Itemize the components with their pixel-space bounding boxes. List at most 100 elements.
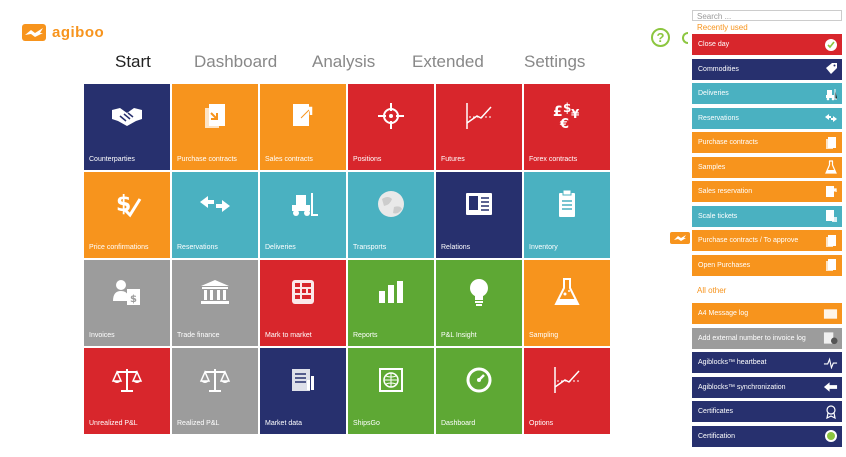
panel-item-scale-tickets[interactable]: Scale tickets xyxy=(692,205,842,227)
tile-label: Dashboard xyxy=(441,420,476,427)
panel-item-label: Purchase contracts xyxy=(698,139,758,146)
panel-item-label: Certificates xyxy=(698,408,734,415)
panel-item-label: Certification xyxy=(698,432,735,440)
tile-label: Transports xyxy=(353,244,387,251)
tile-label: P&L Insight xyxy=(441,332,477,339)
globe-icon xyxy=(348,186,434,222)
panel-item-add-external-number-to-invoice-log[interactable]: Add external number to invoice log xyxy=(692,327,842,349)
tile-reservations[interactable]: Reservations xyxy=(172,172,258,258)
main-tabs: Start Dashboard Analysis Extended Settin… xyxy=(0,52,680,76)
tile-counterparties[interactable]: Counterparties xyxy=(84,84,170,170)
tile-label: Invoices xyxy=(89,332,115,339)
svg-text:€: € xyxy=(559,117,569,131)
tile-positions[interactable]: Positions xyxy=(348,84,434,170)
tile-futures[interactable]: Futures xyxy=(436,84,522,170)
expand-panel-handle-icon[interactable] xyxy=(670,232,690,244)
search-input[interactable]: Search ... xyxy=(692,10,842,21)
agiboo-logo[interactable]: agiboo xyxy=(22,24,104,41)
tile-relations[interactable]: Relations xyxy=(436,172,522,258)
panel-item-reservations[interactable]: Reservations xyxy=(692,107,842,129)
tile-shipsgo[interactable]: ShipsGo xyxy=(348,348,434,434)
panel-item-label: Close day xyxy=(698,41,730,48)
panel-item-label: Deliveries xyxy=(698,90,729,97)
handshake-icon xyxy=(84,98,170,134)
tile-label: Realized P&L xyxy=(177,420,220,427)
calculator-icon xyxy=(260,274,346,310)
tile-label: Sampling xyxy=(529,332,559,339)
lightbulb-icon xyxy=(436,274,522,310)
sync-icon xyxy=(823,380,838,395)
panel-item-label: Samples xyxy=(698,163,726,171)
collapse-panel-icon[interactable] xyxy=(682,32,688,44)
swap-arrows-icon xyxy=(823,111,838,126)
tab-start[interactable]: Start xyxy=(115,52,151,72)
panel-item-close-day[interactable]: Close day xyxy=(692,34,842,55)
tile-label: Purchase contracts xyxy=(177,156,237,163)
tile-transports[interactable]: Transports xyxy=(348,172,434,258)
panel-item-a4-message-log[interactable]: A4 Message log xyxy=(692,303,842,324)
globe-frame-icon xyxy=(348,362,434,398)
cert-badge-icon xyxy=(823,429,838,444)
tile-label: Sales contracts xyxy=(265,156,313,163)
panel-item-label: Sales reservation xyxy=(698,188,753,195)
tile-sales-contracts[interactable]: Sales contracts xyxy=(260,84,346,170)
tile-deliveries[interactable]: Deliveries xyxy=(260,172,346,258)
tile-realized-pl[interactable]: Realized P&L xyxy=(172,348,258,434)
svg-text:$: $ xyxy=(130,294,137,305)
tab-settings[interactable]: Settings xyxy=(524,52,585,72)
panel-item-agiblocks-heartbeat[interactable]: Agiblocks™ heartbeat xyxy=(692,352,842,373)
tile-market-data[interactable]: Market data xyxy=(260,348,346,434)
tile-sampling[interactable]: Sampling xyxy=(524,260,610,346)
award-icon xyxy=(823,404,838,419)
document-in-icon xyxy=(823,233,838,248)
panel-item-agiblocks-synchronization[interactable]: Agiblocks™ synchronization xyxy=(692,376,842,398)
swap-arrows-icon xyxy=(172,186,258,222)
tile-mark-to-market[interactable]: Mark to market xyxy=(260,260,346,346)
panel-item-certificates[interactable]: Certificates xyxy=(692,401,842,422)
panel-item-samples[interactable]: Samples xyxy=(692,156,842,178)
tile-invoices[interactable]: $ Invoices xyxy=(84,260,170,346)
tile-label: ShipsGo xyxy=(353,420,380,427)
panel-item-label: Commodities xyxy=(698,65,739,73)
scales-icon xyxy=(172,362,258,398)
panel-item-purchase-contracts[interactable]: Purchase contracts xyxy=(692,132,842,153)
tile-purchase-contracts[interactable]: Purchase contracts xyxy=(172,84,258,170)
tile-label: Mark to market xyxy=(265,332,312,339)
message-log-icon xyxy=(823,306,838,321)
panel-item-sales-reservation[interactable]: Sales reservation xyxy=(692,181,842,202)
panel-item-label: Scale tickets xyxy=(698,212,738,220)
panel-item-deliveries[interactable]: Deliveries xyxy=(692,83,842,104)
tile-forex-contracts[interactable]: £ $ ¥ € Forex contracts xyxy=(524,84,610,170)
flask-icon xyxy=(823,160,838,175)
tile-dashboard[interactable]: Dashboard xyxy=(436,348,522,434)
tile-label: Price confirmations xyxy=(89,244,149,251)
panel-item-label: A4 Message log xyxy=(698,310,749,317)
panel-item-purchase-contracts-to-approve[interactable]: Purchase contracts / To approve xyxy=(692,230,842,251)
help-icon[interactable]: ? xyxy=(651,28,670,47)
check-circle-icon xyxy=(823,37,838,52)
logo-text: agiboo xyxy=(52,24,105,41)
recently-used-heading: Recently used xyxy=(697,23,748,32)
tab-analysis[interactable]: Analysis xyxy=(312,52,375,72)
tile-label: Deliveries xyxy=(265,244,296,251)
tile-label: Trade finance xyxy=(177,332,220,339)
tile-inventory[interactable]: Inventory xyxy=(524,172,610,258)
tab-extended[interactable]: Extended xyxy=(412,52,484,72)
tile-unrealized-pl[interactable]: Unrealized P&L xyxy=(84,348,170,434)
agiboo-logo-mark-icon xyxy=(22,24,46,41)
tile-trade-finance[interactable]: Trade finance xyxy=(172,260,258,346)
panel-item-certification[interactable]: Certification xyxy=(692,425,842,447)
panel-item-commodities[interactable]: Commodities xyxy=(692,58,842,80)
document-in-icon xyxy=(172,98,258,134)
currency-icon: £ $ ¥ € xyxy=(524,98,610,134)
market-data-icon xyxy=(260,362,346,398)
tile-pl-insight[interactable]: P&L Insight xyxy=(436,260,522,346)
tile-price-confirmations[interactable]: $ Price confirmations xyxy=(84,172,170,258)
tile-options[interactable]: Options xyxy=(524,348,610,434)
tab-dashboard[interactable]: Dashboard xyxy=(194,52,277,72)
invoice-person-icon: $ xyxy=(84,274,170,310)
tag-icon xyxy=(823,62,838,77)
tile-reports[interactable]: Reports xyxy=(348,260,434,346)
panel-item-open-purchases[interactable]: Open Purchases xyxy=(692,254,842,276)
start-page: agiboo Start Dashboard Analysis Extended… xyxy=(0,0,846,457)
